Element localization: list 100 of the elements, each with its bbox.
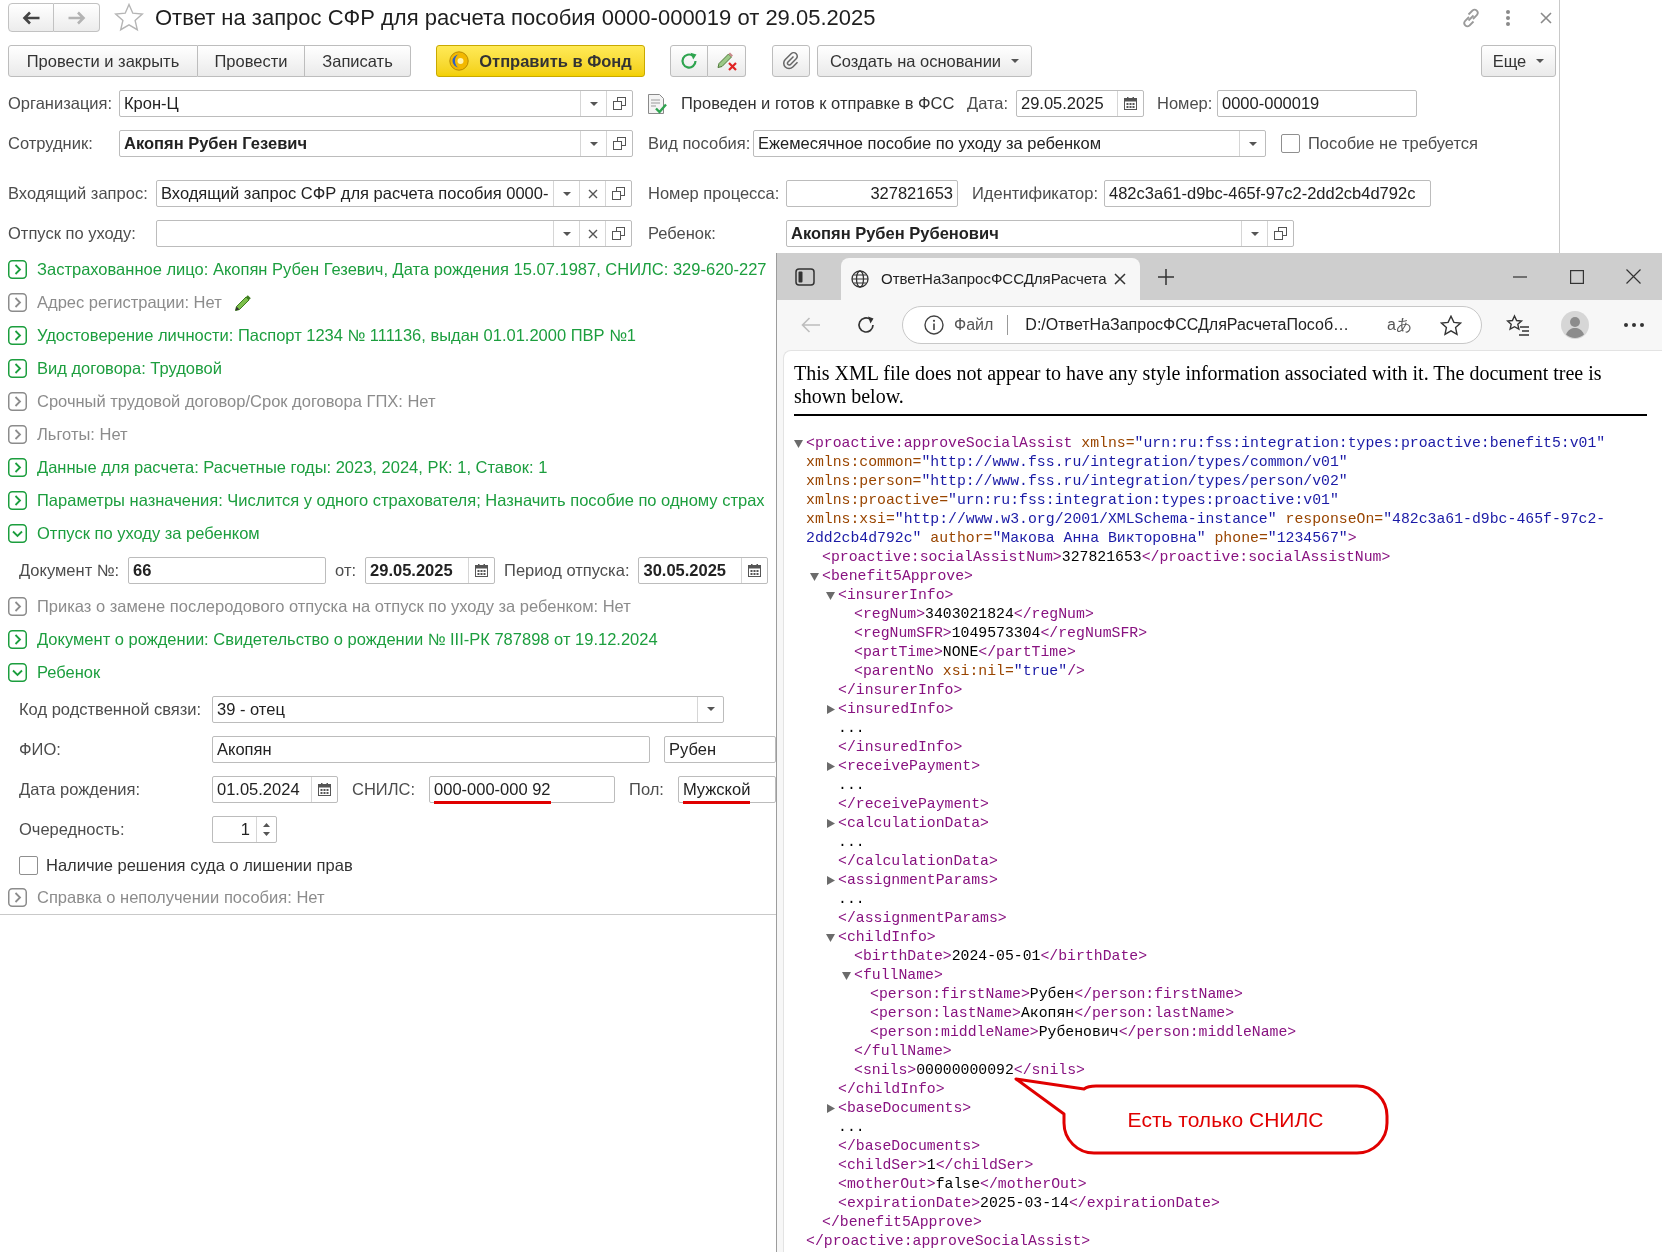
checkbox[interactable] <box>1281 134 1300 153</box>
expand-chevron-icon[interactable] <box>8 359 27 378</box>
text-field[interactable]: Акопян <box>212 735 650 763</box>
collapse-chevron-icon[interactable] <box>8 663 27 682</box>
calendar-icon[interactable] <box>748 563 762 577</box>
caret-down-icon[interactable] <box>589 141 598 146</box>
overlapping-squares-icon[interactable] <box>1274 227 1287 240</box>
send-to-fund-button[interactable]: Отправить в Фонд <box>436 45 645 77</box>
star-icon[interactable] <box>114 3 144 32</box>
expand-chevron-icon[interactable] <box>8 260 27 279</box>
back-button[interactable] <box>8 3 54 32</box>
minimize-icon[interactable] <box>1512 275 1527 278</box>
refresh-button[interactable] <box>670 45 708 77</box>
expand-chevron-icon[interactable] <box>8 491 27 510</box>
triangle-right-icon[interactable] <box>827 762 835 771</box>
caret-down-icon[interactable] <box>589 101 598 106</box>
benefit-type-field[interactable]: Ежемесячное пособие по уходу за ребенком <box>753 130 1266 157</box>
child-field[interactable]: Акопян Рубен Рубенович <box>786 220 1294 247</box>
caret-down-icon[interactable] <box>1248 141 1257 146</box>
cancel-edit-button[interactable] <box>708 45 746 77</box>
section-link[interactable]: Документ о рождении: Свидетельство о рождении № III-РК 787898 от 19.12.2024 <box>37 627 658 652</box>
identifier-field[interactable]: 482c3a61-d9bc-465f-97c2-2dd2cb4d792c <box>1104 180 1431 207</box>
expand-chevron-icon[interactable] <box>8 425 27 444</box>
triangle-right-icon[interactable] <box>827 819 835 828</box>
plus-icon[interactable] <box>1157 267 1175 286</box>
calendar-icon[interactable] <box>1124 97 1137 110</box>
browser-tab[interactable]: ОтветНаЗапросФССДляРасчета <box>841 258 1140 300</box>
triangle-right-icon[interactable] <box>827 876 835 885</box>
close-icon[interactable] <box>1114 273 1126 285</box>
caret-down-icon[interactable] <box>1250 231 1259 236</box>
info-icon[interactable] <box>924 315 944 335</box>
avatar-icon[interactable] <box>1561 311 1589 339</box>
overlapping-squares-icon[interactable] <box>613 97 626 110</box>
address-bar[interactable]: Файл D:/ОтветНаЗапросФССДляРасчетаПособ… aあ <box>902 306 1482 344</box>
triangle-down-icon[interactable] <box>826 592 835 600</box>
section-link[interactable]: Отпуск по уходу за ребенком <box>37 521 260 546</box>
expand-chevron-icon[interactable] <box>8 326 27 345</box>
text-field[interactable]: 000-000-000 92 <box>429 775 616 803</box>
triangle-down-icon[interactable] <box>810 573 819 581</box>
overlapping-squares-icon[interactable] <box>612 227 625 240</box>
care-leave-field[interactable] <box>156 220 632 247</box>
checkbox[interactable] <box>19 855 38 875</box>
spin-down-icon[interactable] <box>263 831 270 836</box>
post-button[interactable]: Провести <box>198 45 305 77</box>
triangle-down-icon[interactable] <box>826 934 835 942</box>
clear-icon[interactable] <box>587 188 598 199</box>
collapse-chevron-icon[interactable] <box>8 524 27 543</box>
employee-field[interactable]: Акопян Рубен Гезевич <box>119 130 633 157</box>
more-icon[interactable] <box>1624 323 1644 327</box>
caret-down-icon[interactable] <box>1011 59 1020 63</box>
spinner-field[interactable]: 1 <box>212 815 277 843</box>
pencil-icon[interactable] <box>233 293 252 312</box>
spin-up-icon[interactable] <box>263 822 270 827</box>
number-field[interactable]: 0000-000019 <box>1217 90 1417 117</box>
text-field[interactable]: Мужской <box>677 775 776 803</box>
overlapping-squares-icon[interactable] <box>612 187 625 200</box>
maximize-icon[interactable] <box>1569 269 1584 284</box>
star-icon[interactable] <box>1440 314 1462 336</box>
date-field[interactable]: 30.05.2025 <box>638 556 769 584</box>
refresh-icon[interactable] <box>856 315 876 335</box>
incoming-request-field[interactable]: Входящий запрос СФР для расчета пособия 0000- <box>156 180 632 207</box>
section-link[interactable]: Ребенок <box>37 660 101 685</box>
select-field[interactable]: 39 - отец <box>212 695 724 723</box>
link-icon[interactable] <box>1460 6 1482 29</box>
arrow-left-icon[interactable] <box>22 10 40 25</box>
expand-chevron-icon[interactable] <box>8 888 27 907</box>
date-field[interactable]: 29.05.2025 <box>365 556 496 584</box>
post-and-close-button[interactable]: Провести и закрыть <box>8 45 198 77</box>
expand-chevron-icon[interactable] <box>8 293 27 312</box>
triangle-right-icon[interactable] <box>827 705 835 714</box>
calendar-icon[interactable] <box>475 563 489 577</box>
text-field[interactable]: Рубен <box>664 735 776 763</box>
section-link[interactable]: Параметры назначения: Числится у одного страхователя; Назначить пособие по одному страх <box>37 488 765 513</box>
triangle-right-icon[interactable] <box>827 1104 835 1113</box>
triangle-down-icon[interactable] <box>842 972 851 980</box>
expand-chevron-icon[interactable] <box>8 392 27 411</box>
organization-field[interactable]: Крон-Ц <box>119 90 633 117</box>
save-button[interactable]: Записать <box>305 45 411 77</box>
section-link[interactable]: Вид договора: Трудовой <box>37 356 222 381</box>
caret-down-icon[interactable] <box>562 231 571 236</box>
overlapping-squares-icon[interactable] <box>613 137 626 150</box>
favorites-icon[interactable] <box>1506 314 1530 336</box>
section-link[interactable]: Удостоверение личности: Паспорт 1234 № 111136, выдан 01.01.2000 ПВР №1 <box>37 323 637 348</box>
more-button[interactable]: Еще <box>1481 45 1556 77</box>
caret-down-icon[interactable] <box>1536 59 1545 63</box>
close-icon[interactable] <box>1626 269 1641 284</box>
caret-down-icon[interactable] <box>706 707 715 711</box>
date-field[interactable]: 01.05.2024 <box>212 775 338 803</box>
triangle-down-icon[interactable] <box>794 440 803 448</box>
attach-button[interactable] <box>772 45 810 77</box>
expand-chevron-icon[interactable] <box>8 597 27 616</box>
clear-icon[interactable] <box>587 228 598 239</box>
text-field[interactable]: 66 <box>128 556 327 584</box>
date-field[interactable]: 29.05.2025 <box>1016 90 1144 117</box>
expand-chevron-icon[interactable] <box>8 458 27 477</box>
expand-chevron-icon[interactable] <box>8 630 27 649</box>
caret-down-icon[interactable] <box>562 191 571 196</box>
create-based-on-button[interactable]: Создать на основании <box>817 45 1032 77</box>
translate-button[interactable]: aあ <box>1387 313 1412 337</box>
sidebar-panel-icon[interactable] <box>795 267 815 286</box>
